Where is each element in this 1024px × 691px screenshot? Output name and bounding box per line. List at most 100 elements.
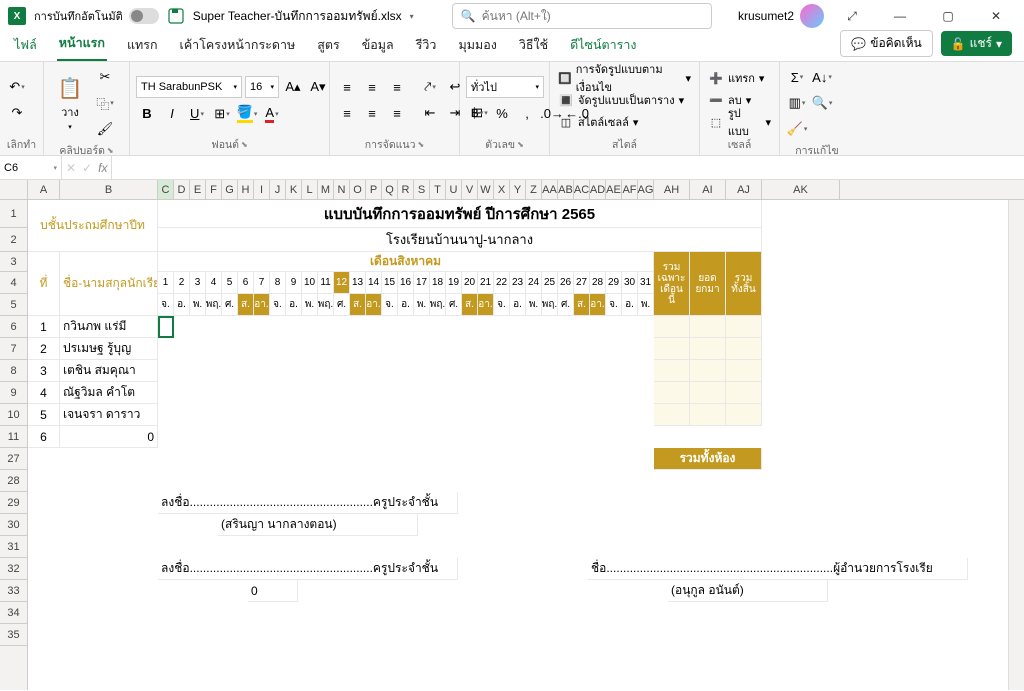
- student-num[interactable]: 2: [28, 338, 60, 360]
- cancel-fx-icon[interactable]: ✕: [66, 161, 76, 175]
- row-header-10[interactable]: 10: [0, 404, 27, 426]
- cell-styles[interactable]: ◫สไตล์เซลล์ ▾: [556, 112, 693, 132]
- underline-button[interactable]: U: [186, 103, 208, 125]
- row-header-27[interactable]: 27: [0, 448, 27, 470]
- row-header-11[interactable]: 11: [0, 426, 27, 448]
- find[interactable]: 🔍: [811, 92, 833, 114]
- day-23[interactable]: 23: [510, 272, 526, 294]
- student-name[interactable]: เจนจรา ดาราว: [60, 404, 158, 426]
- dialog-launcher-icon[interactable]: ⬊: [107, 146, 114, 155]
- day-18[interactable]: 18: [430, 272, 446, 294]
- col-header-Y[interactable]: Y: [510, 180, 526, 199]
- day-16[interactable]: 16: [398, 272, 414, 294]
- dow-14[interactable]: จ.: [382, 294, 398, 316]
- row-header-9[interactable]: 9: [0, 382, 27, 404]
- dow-8[interactable]: อ.: [286, 294, 302, 316]
- grade-level[interactable]: บชั้นประถมศึกษาปีท: [28, 200, 158, 252]
- bold-button[interactable]: B: [136, 103, 158, 125]
- spreadsheet-grid[interactable]: ABCDEFGHIJKLMNOPQRSTUVWXYZAAABACADAEAFAG…: [0, 180, 1024, 690]
- col-header-AF[interactable]: AF: [622, 180, 638, 199]
- close-button[interactable]: ✕: [976, 2, 1016, 30]
- day-30[interactable]: 30: [622, 272, 638, 294]
- title[interactable]: แบบบันทึกการออมทรัพย์ ปีการศึกษา 2565: [158, 200, 762, 228]
- tab-data[interactable]: ข้อมูล: [360, 29, 396, 61]
- student-name[interactable]: เตชิน สมคุณา: [60, 360, 158, 382]
- border-button[interactable]: ⊞: [211, 103, 233, 125]
- indent-dec[interactable]: ⇤: [419, 102, 441, 124]
- col-header-AI[interactable]: AI: [690, 180, 726, 199]
- row-header-32[interactable]: 32: [0, 558, 27, 580]
- col-header-AC[interactable]: AC: [574, 180, 590, 199]
- select-all-corner[interactable]: [0, 180, 28, 199]
- row-header-35[interactable]: 35: [0, 624, 27, 646]
- day-17[interactable]: 17: [414, 272, 430, 294]
- redo-button[interactable]: ↷: [6, 102, 28, 124]
- dow-20[interactable]: อา.: [478, 294, 494, 316]
- fill[interactable]: ▥: [786, 92, 808, 114]
- sum-cell[interactable]: [654, 316, 690, 338]
- day-20[interactable]: 20: [462, 272, 478, 294]
- cells-area[interactable]: แบบบันทึกการออมทรัพย์ ปีการศึกษา 2565บชั…: [28, 200, 1024, 690]
- day-26[interactable]: 26: [558, 272, 574, 294]
- day-12[interactable]: 12: [334, 272, 350, 294]
- cell[interactable]: 6: [28, 426, 60, 448]
- sum-cell[interactable]: [690, 360, 726, 382]
- day-1[interactable]: 1: [158, 272, 174, 294]
- dow-15[interactable]: อ.: [398, 294, 414, 316]
- autosave-toggle[interactable]: การบันทึกอัตโนมัติ: [34, 7, 159, 25]
- sum-cell[interactable]: [654, 338, 690, 360]
- undo-button[interactable]: ↶: [6, 76, 28, 98]
- align-top[interactable]: ≡: [336, 76, 358, 98]
- dow-16[interactable]: พ.: [414, 294, 430, 316]
- format-cells[interactable]: ⬚รูปแบบ ▾: [706, 112, 773, 132]
- row-header-34[interactable]: 34: [0, 602, 27, 624]
- dow-22[interactable]: อ.: [510, 294, 526, 316]
- sort-filter[interactable]: A↓: [811, 66, 833, 88]
- clear[interactable]: 🧹: [786, 118, 808, 140]
- day-27[interactable]: 27: [574, 272, 590, 294]
- total-room[interactable]: รวมทั้งห้อง: [654, 448, 762, 470]
- sum-cell[interactable]: [726, 338, 762, 360]
- row-header-4[interactable]: 4: [0, 272, 27, 294]
- col-header-AE[interactable]: AE: [606, 180, 622, 199]
- dow-19[interactable]: ส.: [462, 294, 478, 316]
- teacher-name[interactable]: (สรินญา นากลางตอน): [218, 514, 418, 536]
- student-num[interactable]: 4: [28, 382, 60, 404]
- tab-layout[interactable]: เค้าโครงหน้ากระดาษ: [178, 29, 298, 61]
- tab-view[interactable]: มุมมอง: [456, 29, 498, 61]
- col-header-O[interactable]: O: [350, 180, 366, 199]
- dialog-launcher-icon[interactable]: ⬊: [517, 140, 524, 149]
- percent[interactable]: %: [491, 102, 513, 124]
- tab-review[interactable]: รีวิว: [414, 29, 439, 61]
- student-num[interactable]: 5: [28, 404, 60, 426]
- col-header-N[interactable]: N: [334, 180, 350, 199]
- sum-cell[interactable]: [726, 382, 762, 404]
- student-num[interactable]: 1: [28, 316, 60, 338]
- sum-cell[interactable]: [690, 316, 726, 338]
- day-4[interactable]: 4: [206, 272, 222, 294]
- dow-9[interactable]: พ.: [302, 294, 318, 316]
- dow-1[interactable]: อ.: [174, 294, 190, 316]
- dow-26[interactable]: ส.: [574, 294, 590, 316]
- formula-input[interactable]: [112, 156, 1024, 179]
- fx-icon[interactable]: fx: [98, 161, 107, 175]
- principal-line[interactable]: ชื่อ....................................…: [588, 558, 968, 580]
- column-headers[interactable]: ABCDEFGHIJKLMNOPQRSTUVWXYZAAABACADAEAFAG…: [0, 180, 1024, 200]
- col-header-X[interactable]: X: [494, 180, 510, 199]
- font-name-dropdown[interactable]: TH SarabunPSK▾: [136, 76, 242, 98]
- day-24[interactable]: 24: [526, 272, 542, 294]
- search-box[interactable]: 🔍 ค้นหา (Alt+ใ): [452, 3, 712, 29]
- col-header-D[interactable]: D: [174, 180, 190, 199]
- day-8[interactable]: 8: [270, 272, 286, 294]
- sum-cell[interactable]: [690, 382, 726, 404]
- dow-25[interactable]: ศ.: [558, 294, 574, 316]
- col-header-W[interactable]: W: [478, 180, 494, 199]
- dow-24[interactable]: พฤ.: [542, 294, 558, 316]
- paste-button[interactable]: 📋วาง▾: [50, 66, 90, 140]
- col-header-AB[interactable]: AB: [558, 180, 574, 199]
- align-right[interactable]: ≡: [386, 102, 408, 124]
- col-header-F[interactable]: F: [206, 180, 222, 199]
- day-19[interactable]: 19: [446, 272, 462, 294]
- dow-12[interactable]: ส.: [350, 294, 366, 316]
- insert-cells[interactable]: ➕แทรก ▾: [706, 68, 773, 88]
